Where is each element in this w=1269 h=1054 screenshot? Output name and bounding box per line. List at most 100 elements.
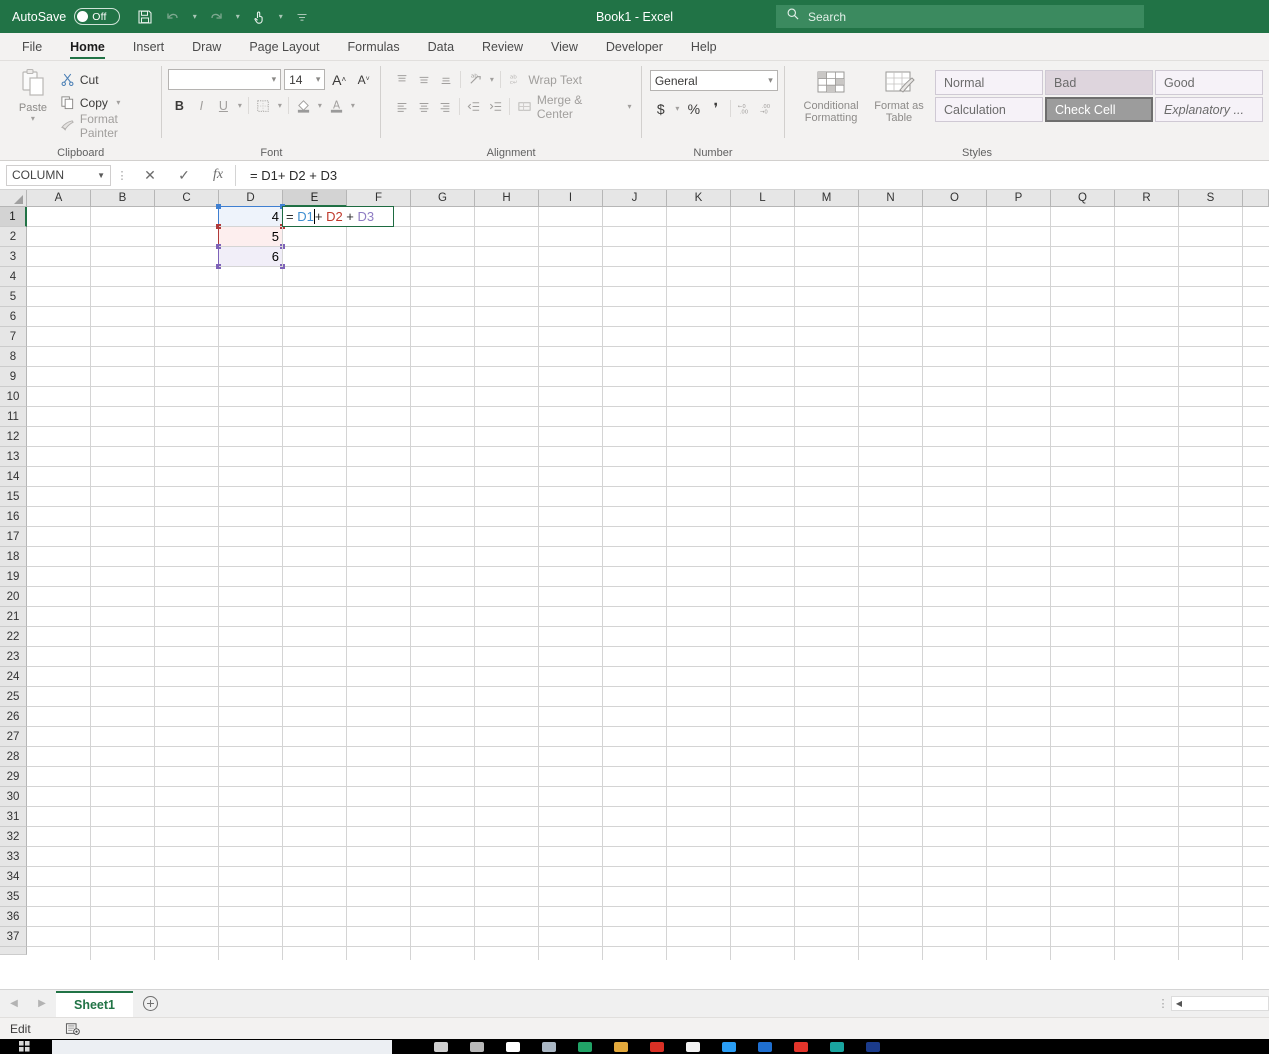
grid-cell[interactable] (923, 847, 987, 867)
search-box[interactable]: Search (776, 5, 1144, 28)
grid-cell[interactable] (1243, 247, 1269, 267)
grid-cell[interactable] (667, 827, 731, 847)
grid-cell[interactable] (731, 667, 795, 687)
grid-cell[interactable] (795, 487, 859, 507)
grid-cell[interactable] (859, 447, 923, 467)
bold-button[interactable]: B (168, 95, 190, 116)
grid-cell[interactable] (795, 887, 859, 907)
grid-cell[interactable] (795, 527, 859, 547)
grid-cell[interactable] (1051, 867, 1115, 887)
grid-cell[interactable] (27, 587, 91, 607)
grid-cell[interactable] (27, 607, 91, 627)
grid-cell[interactable] (539, 567, 603, 587)
style-calculation[interactable]: Calculation (935, 97, 1044, 122)
grid-cell[interactable] (155, 547, 219, 567)
grid-cell[interactable] (155, 407, 219, 427)
underline-caret-icon[interactable]: ▾ (234, 101, 245, 110)
grid-cell[interactable] (1243, 267, 1269, 287)
windows-start-icon[interactable] (0, 1039, 48, 1054)
grid-cell[interactable] (1115, 907, 1179, 927)
grid-cell[interactable] (27, 827, 91, 847)
row-header-6[interactable]: 6 (0, 307, 27, 327)
grid-cell[interactable] (219, 487, 283, 507)
increase-decimal-icon[interactable]: ←0.00 (734, 98, 756, 119)
grid-cell[interactable] (923, 867, 987, 887)
grid-cell[interactable] (219, 867, 283, 887)
grid-cell[interactable] (1115, 887, 1179, 907)
grid-cell[interactable] (411, 427, 475, 447)
grid-cell[interactable] (923, 207, 987, 227)
increase-font-size-icon[interactable]: A ˄ (328, 69, 350, 90)
grid-cell[interactable] (347, 787, 411, 807)
grid-cell[interactable] (411, 927, 475, 947)
grid-cell[interactable] (411, 307, 475, 327)
grid-cell[interactable] (27, 267, 91, 287)
grid-cell[interactable] (667, 927, 731, 947)
grid-cell[interactable] (987, 747, 1051, 767)
grid-cell[interactable] (731, 767, 795, 787)
grid-cell[interactable] (347, 407, 411, 427)
grid-cell[interactable] (667, 847, 731, 867)
grid-cell[interactable] (859, 827, 923, 847)
grid-cell[interactable] (795, 667, 859, 687)
grid-cell[interactable] (347, 687, 411, 707)
grid-cell[interactable] (923, 687, 987, 707)
grid-cell[interactable] (1051, 647, 1115, 667)
grid-cell[interactable] (603, 487, 667, 507)
grid-cell[interactable] (667, 667, 731, 687)
cancel-formula-button[interactable]: ✕ (133, 163, 167, 188)
grid-cell[interactable] (667, 947, 731, 960)
grid-cell[interactable] (795, 847, 859, 867)
grid-cell[interactable] (1115, 867, 1179, 887)
grid-cell[interactable] (347, 587, 411, 607)
grid-cell[interactable] (667, 687, 731, 707)
grid-cell[interactable] (347, 347, 411, 367)
grid-cell[interactable] (539, 667, 603, 687)
grid-cell[interactable] (923, 347, 987, 367)
grid-cell[interactable] (475, 727, 539, 747)
grid-cell[interactable] (1179, 587, 1243, 607)
grid-cell[interactable] (539, 767, 603, 787)
grid-cell[interactable] (1051, 807, 1115, 827)
grid-cell[interactable] (1051, 667, 1115, 687)
grid-cell[interactable] (219, 567, 283, 587)
grid-cell[interactable] (603, 287, 667, 307)
grid-cell[interactable] (1051, 707, 1115, 727)
column-header-partial[interactable] (1243, 190, 1269, 207)
grid-cell[interactable] (731, 727, 795, 747)
grid-cell[interactable] (731, 947, 795, 960)
grid-cell[interactable] (923, 707, 987, 727)
grid-cell[interactable] (859, 887, 923, 907)
grid-cell[interactable] (1243, 627, 1269, 647)
format-as-table-button[interactable]: Format as Table (869, 67, 929, 144)
tab-help[interactable]: Help (677, 33, 731, 60)
grid-cell[interactable] (411, 807, 475, 827)
grid-cell[interactable] (859, 387, 923, 407)
grid-cell[interactable] (155, 707, 219, 727)
grid-cell[interactable] (347, 267, 411, 287)
grid-cell[interactable] (603, 267, 667, 287)
grid-cell[interactable] (27, 227, 91, 247)
column-header-Q[interactable]: Q (1051, 190, 1115, 207)
row-header-16[interactable]: 16 (0, 507, 27, 527)
grid-cell[interactable] (539, 407, 603, 427)
grid-cell[interactable] (1179, 947, 1243, 960)
grid-cell[interactable] (411, 487, 475, 507)
row-header-5[interactable]: 5 (0, 287, 27, 307)
grid-cell[interactable] (923, 567, 987, 587)
grid-cell[interactable] (475, 427, 539, 447)
grid-cell[interactable] (667, 367, 731, 387)
column-header-I[interactable]: I (539, 190, 603, 207)
grid-cell[interactable] (923, 647, 987, 667)
grid-cell[interactable] (219, 527, 283, 547)
grid-cell[interactable] (1243, 327, 1269, 347)
grid-cell[interactable] (219, 767, 283, 787)
grid-cell[interactable] (923, 387, 987, 407)
grid-cell[interactable] (411, 587, 475, 607)
grid-cell[interactable] (475, 527, 539, 547)
grid-cell[interactable] (987, 627, 1051, 647)
insert-function-button[interactable]: fx (201, 163, 235, 188)
grid-cell[interactable] (27, 347, 91, 367)
grid-cell[interactable] (347, 747, 411, 767)
grid-cell[interactable] (283, 327, 347, 347)
